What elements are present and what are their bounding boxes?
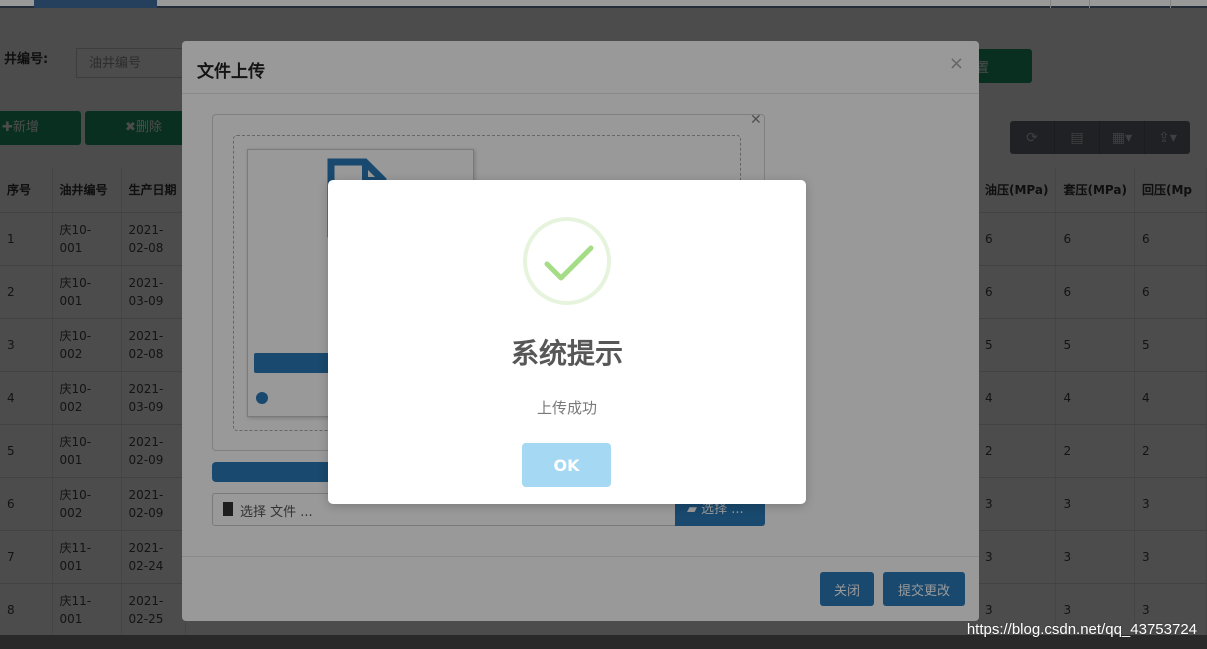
ok-button[interactable]: OK <box>522 443 611 487</box>
alert-message: 上传成功 <box>536 399 597 417</box>
alert-title: 系统提示 <box>510 337 623 370</box>
watermark: https://blog.csdn.net/qq_43753724 <box>966 621 1197 638</box>
check-icon <box>523 217 611 305</box>
success-alert: 系统提示 上传成功 OK <box>328 180 806 504</box>
